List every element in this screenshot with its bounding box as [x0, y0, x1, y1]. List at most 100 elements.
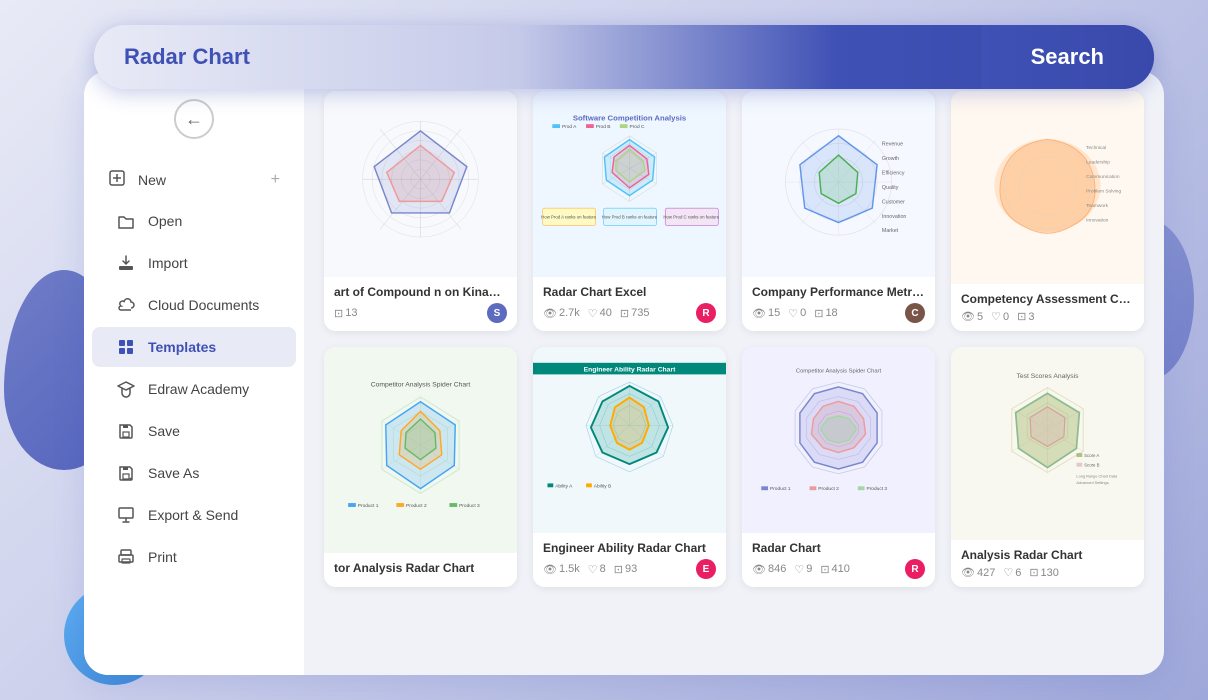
- card-thumb-analysis: Test Scores Analysis: [951, 347, 1144, 540]
- card-stats-compound: ⊡ 13 S: [334, 303, 507, 323]
- card-info-competency: Competency Assessment Chart 👁 5 ♡ 0 ⊡ 3: [951, 284, 1144, 331]
- likes-stat: ♡ 0: [991, 310, 1009, 323]
- svg-text:Competitor Analysis Spider Cha: Competitor Analysis Spider Chart: [371, 381, 471, 388]
- svg-text:Long Range Chart Data: Long Range Chart Data: [1076, 474, 1118, 478]
- sidebar: ← New + Open Import: [84, 71, 304, 675]
- card-thumb-competitor: Competitor Analysis Spider Chart: [324, 347, 517, 553]
- avatar-compound: S: [487, 303, 507, 323]
- svg-text:How Prod C ranks on feature: How Prod C ranks on feature: [663, 215, 719, 220]
- card-title-analysis: Analysis Radar Chart: [961, 548, 1134, 562]
- sidebar-item-open[interactable]: Open: [92, 201, 296, 241]
- card-info-excel: Radar Chart Excel 👁 2.7k ♡ 40 ⊡ 735 R: [533, 277, 726, 331]
- views-stat: 👁 846: [752, 563, 786, 576]
- sidebar-plus-new: +: [271, 171, 280, 189]
- template-grid: art of Compound n on Kinase Activity ⊡ 1…: [304, 71, 1164, 675]
- card-competency[interactable]: Technical Leadership Communication Probl…: [951, 91, 1144, 331]
- sidebar-item-save[interactable]: Save: [92, 411, 296, 451]
- svg-text:Ability A: Ability A: [555, 483, 573, 489]
- save-icon: [116, 421, 136, 441]
- svg-text:Software Competition Analysis: Software Competition Analysis: [573, 113, 686, 122]
- card-title-competitor: tor Analysis Radar Chart: [334, 561, 507, 575]
- copies-stat: ⊡ 3: [1017, 310, 1034, 323]
- sidebar-item-export[interactable]: Export & Send: [92, 495, 296, 535]
- sidebar-item-templates[interactable]: Templates: [92, 327, 296, 367]
- search-bar: Radar Chart Search: [94, 25, 1154, 89]
- svg-text:Product 3: Product 3: [866, 486, 887, 492]
- sidebar-label-import: Import: [148, 255, 188, 271]
- views-stat: 👁 427: [961, 566, 995, 579]
- svg-text:Product 1: Product 1: [770, 486, 791, 492]
- svg-text:Efficiency: Efficiency: [882, 170, 905, 176]
- card-info-radar: Radar Chart 👁 846 ♡ 9 ⊡ 410 R: [742, 533, 935, 587]
- cloud-icon: [116, 295, 136, 315]
- views-stat: 👁 2.7k: [543, 307, 580, 320]
- likes-stat: ♡ 8: [588, 563, 606, 576]
- sidebar-item-print[interactable]: Print: [92, 537, 296, 577]
- sidebar-item-saveas[interactable]: Save As: [92, 453, 296, 493]
- card-engineer[interactable]: Engineer Ability Radar Chart: [533, 347, 726, 587]
- svg-text:Product 2: Product 2: [406, 503, 427, 509]
- export-icon: [116, 505, 136, 525]
- card-excel[interactable]: Software Competition Analysis Prod A Pro…: [533, 91, 726, 331]
- copies-stat: ⊡ 13: [334, 307, 357, 320]
- card-analysis[interactable]: Test Scores Analysis: [951, 347, 1144, 587]
- card-radar[interactable]: Competitor Analysis Spider Chart Product…: [742, 347, 935, 587]
- sidebar-item-import[interactable]: Import: [92, 243, 296, 283]
- sidebar-label-academy: Edraw Academy: [148, 381, 249, 397]
- svg-text:Score A: Score A: [1084, 453, 1099, 458]
- views-stat: 👁 5: [961, 310, 983, 323]
- card-title-competency: Competency Assessment Chart: [961, 292, 1134, 306]
- card-thumb-company: Revenue Growth Efficiency Quality Custom…: [742, 91, 935, 277]
- likes-stat: ♡ 6: [1003, 566, 1021, 579]
- svg-text:Technical: Technical: [1086, 145, 1106, 151]
- open-icon: [116, 211, 136, 231]
- likes-stat: ♡ 0: [788, 307, 806, 320]
- sidebar-label-save: Save: [148, 423, 180, 439]
- card-competitor[interactable]: Competitor Analysis Spider Chart: [324, 347, 517, 587]
- sidebar-item-academy[interactable]: Edraw Academy: [92, 369, 296, 409]
- svg-text:Leadership: Leadership: [1086, 159, 1110, 165]
- academy-icon: [116, 379, 136, 399]
- svg-text:Prod C: Prod C: [630, 124, 646, 130]
- card-thumb-engineer: Engineer Ability Radar Chart: [533, 347, 726, 533]
- card-stats-competency: 👁 5 ♡ 0 ⊡ 3: [961, 310, 1134, 323]
- svg-text:Customer: Customer: [882, 199, 905, 205]
- svg-text:Quality: Quality: [882, 185, 899, 191]
- card-title-engineer: Engineer Ability Radar Chart: [543, 541, 716, 555]
- card-stats-analysis: 👁 427 ♡ 6 ⊡ 130: [961, 566, 1134, 579]
- new-icon: [108, 169, 126, 190]
- copies-stat: ⊡ 735: [620, 307, 650, 320]
- saveas-icon: [116, 463, 136, 483]
- sidebar-label-export: Export & Send: [148, 507, 238, 523]
- templates-icon: [116, 337, 136, 357]
- svg-text:Product 3: Product 3: [459, 503, 480, 509]
- search-button[interactable]: Search: [981, 25, 1154, 89]
- card-thumb-competency: Technical Leadership Communication Probl…: [951, 91, 1144, 284]
- sidebar-item-cloud[interactable]: Cloud Documents: [92, 285, 296, 325]
- card-stats-excel: 👁 2.7k ♡ 40 ⊡ 735 R: [543, 303, 716, 323]
- views-stat: 👁 1.5k: [543, 563, 580, 576]
- svg-text:Prod B: Prod B: [596, 124, 611, 130]
- copies-stat: ⊡ 18: [814, 307, 837, 320]
- card-compound[interactable]: art of Compound n on Kinase Activity ⊡ 1…: [324, 91, 517, 331]
- svg-text:Product 2: Product 2: [818, 486, 839, 492]
- svg-text:Growth: Growth: [882, 156, 899, 162]
- avatar-excel: R: [696, 303, 716, 323]
- svg-text:Advanced Settings: Advanced Settings: [1076, 481, 1108, 485]
- svg-text:Revenue: Revenue: [882, 141, 903, 147]
- card-info-compound: art of Compound n on Kinase Activity ⊡ 1…: [324, 277, 517, 331]
- svg-text:Ability B: Ability B: [594, 483, 611, 489]
- card-stats-radar: 👁 846 ♡ 9 ⊡ 410 R: [752, 559, 925, 579]
- sidebar-item-new[interactable]: New +: [84, 159, 304, 200]
- svg-text:How Prod A ranks on feature: How Prod A ranks on feature: [541, 215, 597, 220]
- sidebar-label-saveas: Save As: [148, 465, 199, 481]
- svg-text:Product 1: Product 1: [358, 503, 379, 509]
- svg-text:Test Scores Analysis: Test Scores Analysis: [1017, 373, 1080, 380]
- card-title-compound: art of Compound n on Kinase Activity: [334, 285, 507, 299]
- svg-text:Competitor Analysis Spider Cha: Competitor Analysis Spider Chart: [796, 368, 882, 374]
- back-button[interactable]: ←: [174, 99, 214, 139]
- card-title-company: Company Performance Metrics Radar Chart: [752, 285, 925, 299]
- card-company[interactable]: Revenue Growth Efficiency Quality Custom…: [742, 91, 935, 331]
- search-input[interactable]: Radar Chart: [94, 44, 981, 70]
- avatar-company: C: [905, 303, 925, 323]
